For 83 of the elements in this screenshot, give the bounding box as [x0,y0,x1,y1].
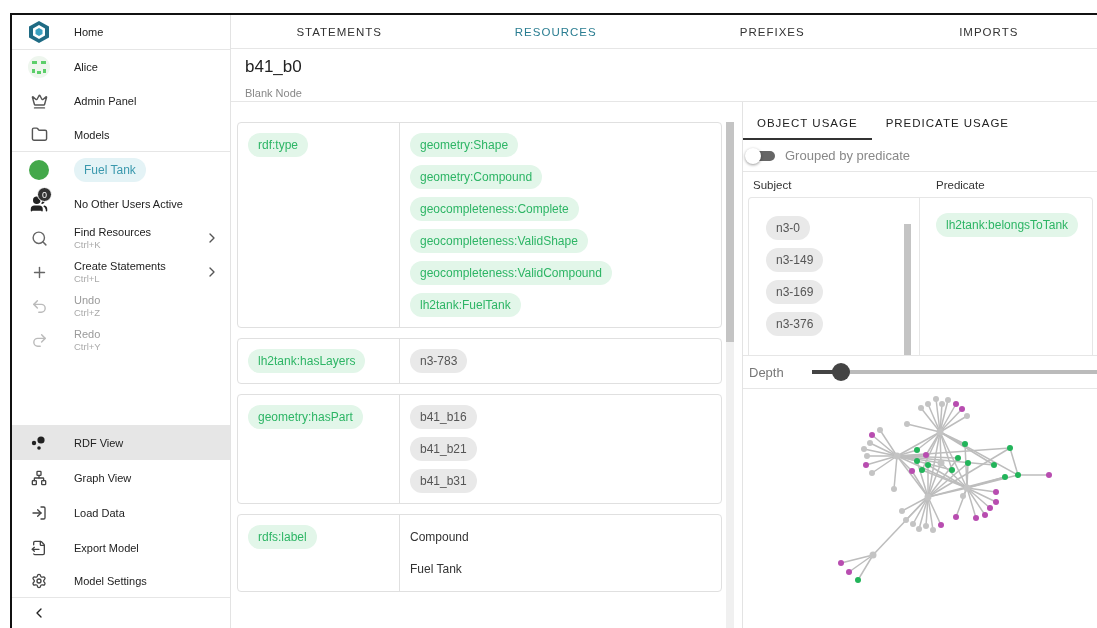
command-item[interactable]: Create Statements Ctrl+L [12,255,230,289]
graph-node [869,470,875,476]
graph-node [938,522,944,528]
toggle-label: Grouped by predicate [785,148,911,163]
graph-node [923,452,929,458]
avatar-icon [28,56,50,78]
usage-tab[interactable]: PREDICATE USAGE [871,108,1024,140]
scrollbar[interactable] [904,224,911,355]
user-count-badge: 0 [37,187,52,202]
graph-node [955,455,961,461]
graph-node [838,560,844,566]
scrollbar[interactable] [726,122,734,628]
node-chip[interactable]: b41_b31 [410,469,477,493]
crown-icon [30,92,48,110]
usage-tab[interactable]: OBJECT USAGE [743,108,872,140]
sidebar-item[interactable]: Models [12,118,230,152]
home-link[interactable]: Home [12,15,230,50]
graph-node [1046,472,1052,478]
group-toggle[interactable] [745,147,777,164]
resource-type: Blank Node [245,87,303,99]
graph-node [893,452,901,460]
graph-node [904,421,910,427]
command-item[interactable]: Find Resources Ctrl+K [12,221,230,255]
sidebar-item[interactable]: Admin Panel [12,84,230,118]
import-icon [31,504,47,521]
resource-title: b41_b0 [245,57,303,77]
graph-node [899,508,905,514]
graph-node [973,515,979,521]
logo-icon [28,20,50,44]
graph-node [909,468,915,474]
graph-node [869,432,875,438]
graph-node [869,551,877,559]
graph-node [891,486,897,492]
graph-node [936,428,944,436]
dots-icon [31,435,47,450]
graph-node [949,467,955,473]
literal-value: Fuel Tank [410,561,462,578]
subject-chip[interactable]: n3-169 [766,280,824,304]
graph-node [924,493,932,501]
node-chip[interactable]: b41_b16 [410,405,477,429]
subject-chip[interactable]: n3-376 [766,312,824,336]
depth-label: Depth [749,364,785,380]
graph-node [953,514,959,520]
user-menu-item[interactable]: Alice [12,50,230,84]
view-item[interactable]: Export Model [12,530,230,565]
export-file-icon [31,539,47,556]
undo-icon [30,297,48,315]
subject-chip[interactable]: n3-0 [766,216,811,240]
subject-chip[interactable]: n3-149 [766,248,824,272]
view-item[interactable]: Graph View [12,460,230,495]
graph-node [991,462,997,468]
tab[interactable]: IMPORTS [880,15,1097,48]
model-dot-icon [29,159,49,180]
column-header: Subject [753,179,793,191]
redo-icon [30,331,48,349]
network-icon [31,469,47,486]
graph-node [1002,474,1008,480]
tab[interactable]: PREFIXES [664,15,881,48]
graph-node [937,459,945,467]
graph-node [863,462,869,468]
view-item[interactable]: RDF View [12,425,230,460]
view-item[interactable]: Load Data [12,495,230,530]
node-chip[interactable]: n3-783 [410,349,468,373]
presence-text: No Other Users Active [74,198,183,210]
graph-node [914,447,920,453]
settings-icon [31,573,47,589]
graph-node [962,441,968,447]
graph-node [914,458,920,464]
graph-node [855,577,861,583]
graph-node [877,427,883,433]
view-item[interactable]: Model Settings [12,565,230,598]
tab[interactable]: STATEMENTS [231,15,448,48]
search-icon [30,229,48,247]
graph-node [1007,445,1013,451]
graph-node [965,460,971,466]
graph-node [1015,472,1021,478]
node-chip[interactable]: b41_b21 [410,437,477,461]
literal-value: Compound [410,529,469,546]
column-header: Predicate [936,179,986,191]
tab[interactable]: RESOURCES [447,15,664,48]
graph-node [993,489,999,495]
graph-node [846,569,852,575]
folder-icon [30,126,48,143]
